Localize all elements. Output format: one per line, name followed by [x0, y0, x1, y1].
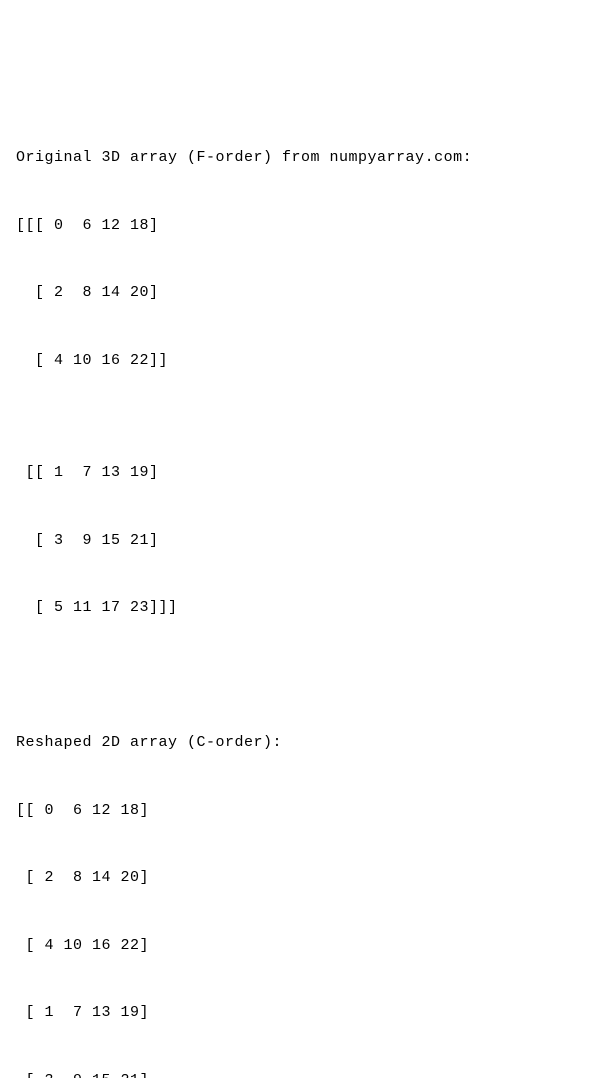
array-line: [ 4 10 16 22]	[16, 935, 594, 958]
section-heading: Original 3D array (F-order) from numpyar…	[16, 147, 594, 170]
array-line: [[[ 0 6 12 18]	[16, 215, 594, 238]
array-line: [ 4 10 16 22]]	[16, 350, 594, 373]
array-line: [[ 1 7 13 19]	[16, 462, 594, 485]
array-line: [ 3 9 15 21]	[16, 1070, 594, 1078]
array-line: [ 3 9 15 21]	[16, 530, 594, 553]
blank-line	[16, 665, 594, 688]
array-line: [ 1 7 13 19]	[16, 1002, 594, 1025]
array-line: [ 2 8 14 20]	[16, 282, 594, 305]
array-line: [[ 0 6 12 18]	[16, 800, 594, 823]
section-heading: Reshaped 2D array (C-order):	[16, 732, 594, 755]
console-output: Original 3D array (F-order) from numpyar…	[16, 102, 594, 1078]
array-line: [ 2 8 14 20]	[16, 867, 594, 890]
array-line: [ 5 11 17 23]]]	[16, 597, 594, 620]
